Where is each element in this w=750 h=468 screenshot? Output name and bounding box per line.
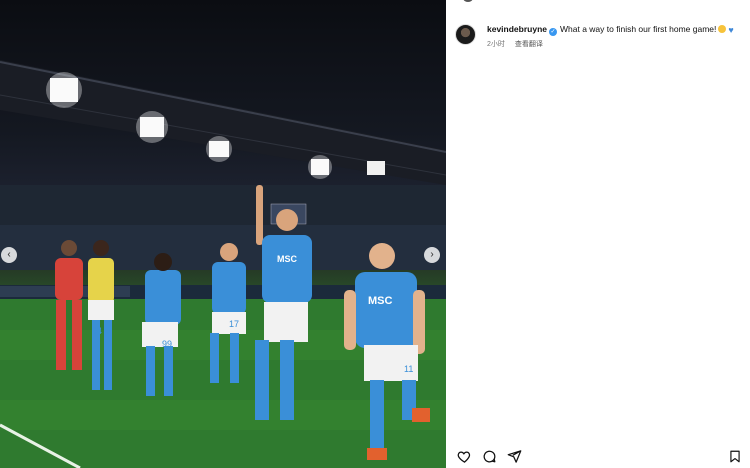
blue-heart-emoji: ♥ <box>728 25 734 35</box>
post-timestamp: 2小时 <box>487 41 505 48</box>
action-bar <box>456 448 743 464</box>
comment-button[interactable] <box>481 448 497 464</box>
caption: kevindebruyne ✓ What a way to finish our f… <box>487 23 734 36</box>
caption-meta: 2小时 查看翻译 <box>487 39 734 49</box>
post-photo: MSC MSC 94 99 17 11 ‹ › <box>0 0 446 468</box>
jersey-number: 11 <box>404 364 413 374</box>
jersey-number: 99 <box>162 339 172 349</box>
jersey-number: 94 <box>92 326 102 336</box>
share-button[interactable] <box>506 448 522 464</box>
like-button[interactable] <box>456 448 472 464</box>
sponsor-logo-text: MSC <box>277 254 298 264</box>
stadium-scene: MSC MSC 94 99 17 11 <box>0 60 446 468</box>
sponsor-logo-text: MSC <box>368 295 393 307</box>
carousel-prev-button[interactable]: ‹ <box>1 247 17 263</box>
bookmark-icon <box>730 450 740 462</box>
username-link[interactable]: kevindebruyne <box>487 24 547 34</box>
share-icon <box>507 449 521 463</box>
save-button[interactable] <box>727 448 743 464</box>
grimacing-face-emoji <box>718 25 727 33</box>
chevron-right-icon: › <box>430 249 434 260</box>
post-details-panel: kevindebruyne ✓ What a way to finish our f… <box>446 0 750 468</box>
header-avatar-edge <box>463 0 473 2</box>
heart-icon <box>457 450 470 463</box>
verified-badge-icon: ✓ <box>549 28 557 36</box>
caption-row: kevindebruyne ✓ What a way to finish our f… <box>455 23 744 49</box>
avatar[interactable] <box>455 24 476 45</box>
caption-text: What a way to finish our first home game… <box>560 24 717 34</box>
comment-icon <box>483 450 495 462</box>
see-translation-link[interactable]: 查看翻译 <box>515 41 543 48</box>
chevron-left-icon: ‹ <box>7 249 11 260</box>
jersey-number: 17 <box>229 319 239 329</box>
carousel-next-button[interactable]: › <box>424 247 440 263</box>
